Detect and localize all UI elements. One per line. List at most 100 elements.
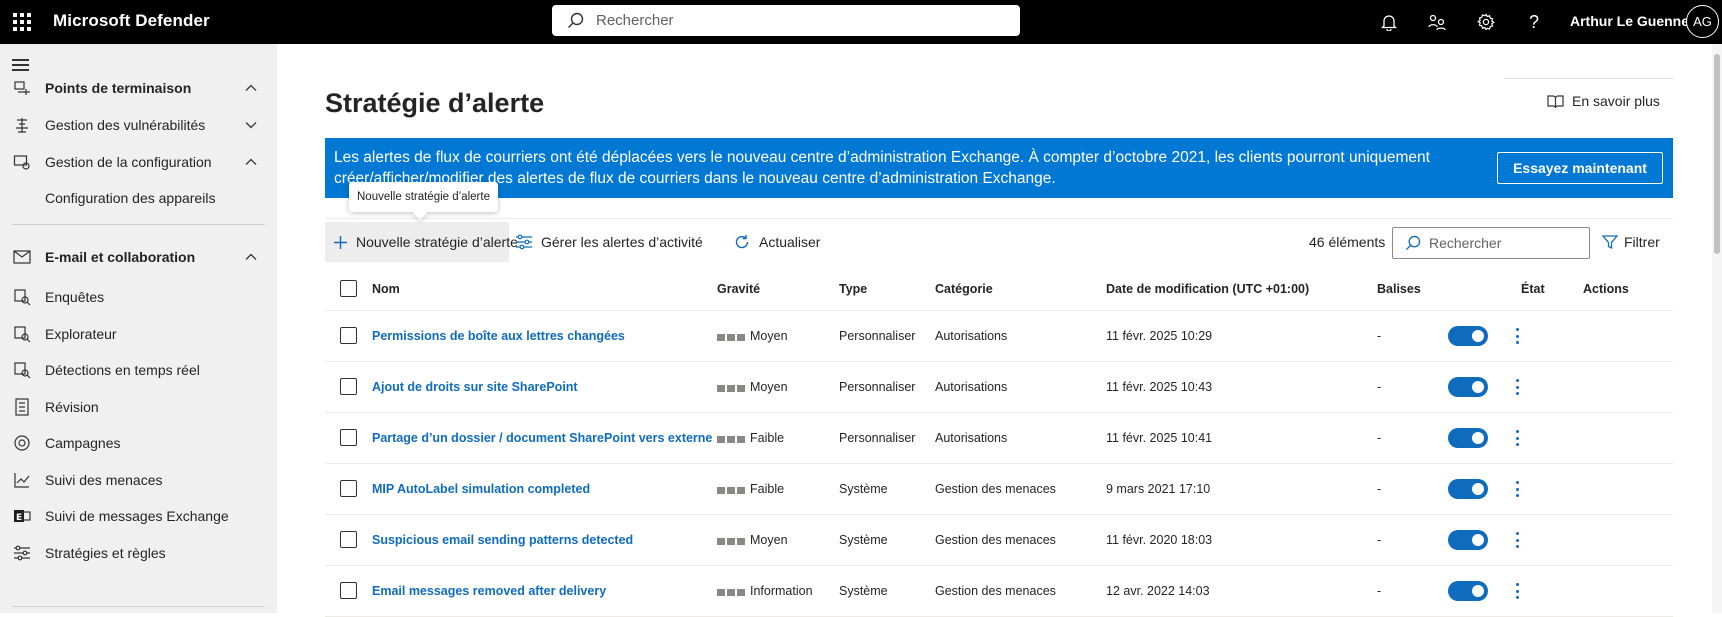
column-header-tags[interactable]: Balises <box>1377 282 1421 296</box>
state-toggle[interactable] <box>1448 530 1488 550</box>
policy-name-link[interactable]: Email messages removed after delivery <box>372 584 606 598</box>
state-toggle[interactable] <box>1448 377 1488 397</box>
more-actions-icon[interactable] <box>1511 479 1523 499</box>
more-actions-icon[interactable] <box>1511 581 1523 601</box>
header-divider <box>1505 78 1673 79</box>
more-actions-icon[interactable] <box>1511 326 1523 346</box>
state-toggle[interactable] <box>1448 428 1488 448</box>
modified-date-value: 9 mars 2021 17:10 <box>1106 482 1211 496</box>
policy-name-link[interactable]: Suspicious email sending patterns detect… <box>372 533 633 547</box>
table-row[interactable]: Email messages removed after delivery Inf… <box>325 566 1673 617</box>
sidebar-item-label: Points de terminaison <box>45 80 192 96</box>
avatar[interactable]: AG <box>1686 5 1719 38</box>
sidebar-item-email-collaboration[interactable]: E-mail et collaboration <box>0 240 277 274</box>
tags-value: - <box>1377 533 1382 547</box>
sidebar-item-configuration[interactable]: Gestion de la configuration <box>0 145 277 179</box>
sidebar-item-label: Configuration des appareils <box>45 190 216 206</box>
column-header-state[interactable]: État <box>1521 282 1545 296</box>
more-actions-icon[interactable] <box>1511 377 1523 397</box>
scrollbar-thumb[interactable] <box>1714 54 1720 254</box>
modified-date-value: 11 févr. 2025 10:43 <box>1106 380 1213 394</box>
table-row[interactable]: Ajout de droits sur site SharePoint Moyen… <box>325 362 1673 413</box>
vertical-scrollbar[interactable] <box>1712 44 1722 613</box>
tags-value: - <box>1377 329 1382 343</box>
column-header-modified[interactable]: Date de modification (UTC +01:00) <box>1106 282 1309 296</box>
column-header-name[interactable]: Nom <box>372 282 400 296</box>
row-checkbox[interactable] <box>340 327 357 344</box>
svg-text:E: E <box>16 513 22 523</box>
sidebar-item-endpoints[interactable]: Points de terminaison <box>0 71 277 105</box>
sidebar-item-label: Stratégies et règles <box>45 545 166 561</box>
state-toggle[interactable] <box>1448 581 1488 601</box>
manage-activity-alerts-button[interactable]: Gérer les alertes d’activité <box>515 222 703 262</box>
column-header-severity[interactable]: Gravité <box>717 282 760 296</box>
more-actions-icon[interactable] <box>1511 530 1523 550</box>
chevron-up-icon[interactable] <box>244 81 258 95</box>
sidebar-item-threat-tracker[interactable]: Suivi des menaces <box>0 463 277 497</box>
sidebar-item-realtime-detections[interactable]: Détections en temps réel <box>0 353 277 387</box>
try-now-button[interactable]: Essayez maintenant <box>1497 152 1663 184</box>
type-value: Système <box>839 533 888 547</box>
sidebar-item-campaigns[interactable]: Campagnes <box>0 426 277 460</box>
sidebar-item-label: E-mail et collaboration <box>45 249 196 265</box>
banner-text: Les alertes de flux de courriers ont été… <box>334 149 1430 187</box>
category-value: Autorisations <box>935 380 1008 394</box>
global-search-input[interactable] <box>596 5 1006 36</box>
chevron-down-icon[interactable] <box>244 118 258 132</box>
tags-value: - <box>1377 482 1382 496</box>
search-icon <box>568 12 584 28</box>
state-toggle[interactable] <box>1448 326 1488 346</box>
bell-icon[interactable] <box>1377 10 1401 34</box>
column-header-category[interactable]: Catégorie <box>935 282 993 296</box>
community-icon[interactable] <box>1425 10 1449 34</box>
column-header-type[interactable]: Type <box>839 282 867 296</box>
refresh-button[interactable]: Actualiser <box>733 222 820 262</box>
table-search-input[interactable] <box>1429 228 1584 258</box>
row-checkbox[interactable] <box>340 429 357 446</box>
book-icon <box>1547 94 1564 108</box>
policy-name-link[interactable]: Ajout de droits sur site SharePoint <box>372 380 578 394</box>
policy-name-link[interactable]: Permissions de boîte aux lettres changée… <box>372 329 625 343</box>
row-checkbox[interactable] <box>340 480 357 497</box>
sidebar-divider <box>12 606 265 607</box>
severity-bars-icon <box>717 589 745 596</box>
hamburger-menu-icon[interactable] <box>12 58 30 72</box>
global-search[interactable] <box>552 5 1020 36</box>
app-launcher-icon[interactable] <box>10 10 34 34</box>
state-toggle[interactable] <box>1448 479 1488 499</box>
chevron-up-icon[interactable] <box>244 155 258 169</box>
type-value: Système <box>839 584 888 598</box>
user-name[interactable]: Arthur Le Guennec <box>1570 13 1697 29</box>
category-value: Autorisations <box>935 431 1008 445</box>
chevron-up-icon[interactable] <box>244 250 258 264</box>
sidebar-item-exchange-message-trace[interactable]: E Suivi de messages Exchange <box>0 499 277 533</box>
sidebar-item-device-configuration[interactable]: Configuration des appareils <box>0 181 277 215</box>
filter-button[interactable]: Filtrer <box>1602 234 1660 250</box>
policy-name-link[interactable]: Partage d’un dossier / document SharePoi… <box>372 431 712 445</box>
row-checkbox[interactable] <box>340 582 357 599</box>
sidebar-item-policies-rules[interactable]: Stratégies et règles <box>0 536 277 570</box>
severity-bars-icon <box>717 538 745 545</box>
more-actions-icon[interactable] <box>1511 428 1523 448</box>
sidebar-item-vulnerability[interactable]: Gestion des vulnérabilités <box>0 108 277 142</box>
settings-gear-icon[interactable] <box>1474 10 1498 34</box>
sidebar-item-explorer[interactable]: Explorateur <box>0 317 277 351</box>
table-row[interactable]: Suspicious email sending patterns detect… <box>325 515 1673 566</box>
modified-date-value: 11 févr. 2020 18:03 <box>1106 533 1213 547</box>
help-icon[interactable]: ? <box>1522 10 1546 34</box>
learn-more-link[interactable]: En savoir plus <box>1547 93 1660 109</box>
sidebar-item-review[interactable]: Révision <box>0 390 277 424</box>
select-all-checkbox[interactable] <box>340 280 357 297</box>
table-row[interactable]: Partage d’un dossier / document SharePoi… <box>325 413 1673 464</box>
table-row[interactable]: Permissions de boîte aux lettres changée… <box>325 311 1673 362</box>
policy-name-link[interactable]: MIP AutoLabel simulation completed <box>372 482 590 496</box>
row-checkbox[interactable] <box>340 531 357 548</box>
new-alert-policy-button[interactable]: Nouvelle stratégie d’alerte <box>325 222 518 262</box>
table-row[interactable]: MIP AutoLabel simulation completed Faible… <box>325 464 1673 515</box>
type-value: Personnaliser <box>839 380 916 394</box>
table-search[interactable] <box>1392 227 1590 259</box>
row-checkbox[interactable] <box>340 378 357 395</box>
sidebar-item-investigations[interactable]: Enquêtes <box>0 280 277 314</box>
new-alert-policy-label: Nouvelle stratégie d’alerte <box>356 234 518 250</box>
app-title[interactable]: Microsoft Defender <box>53 11 210 31</box>
